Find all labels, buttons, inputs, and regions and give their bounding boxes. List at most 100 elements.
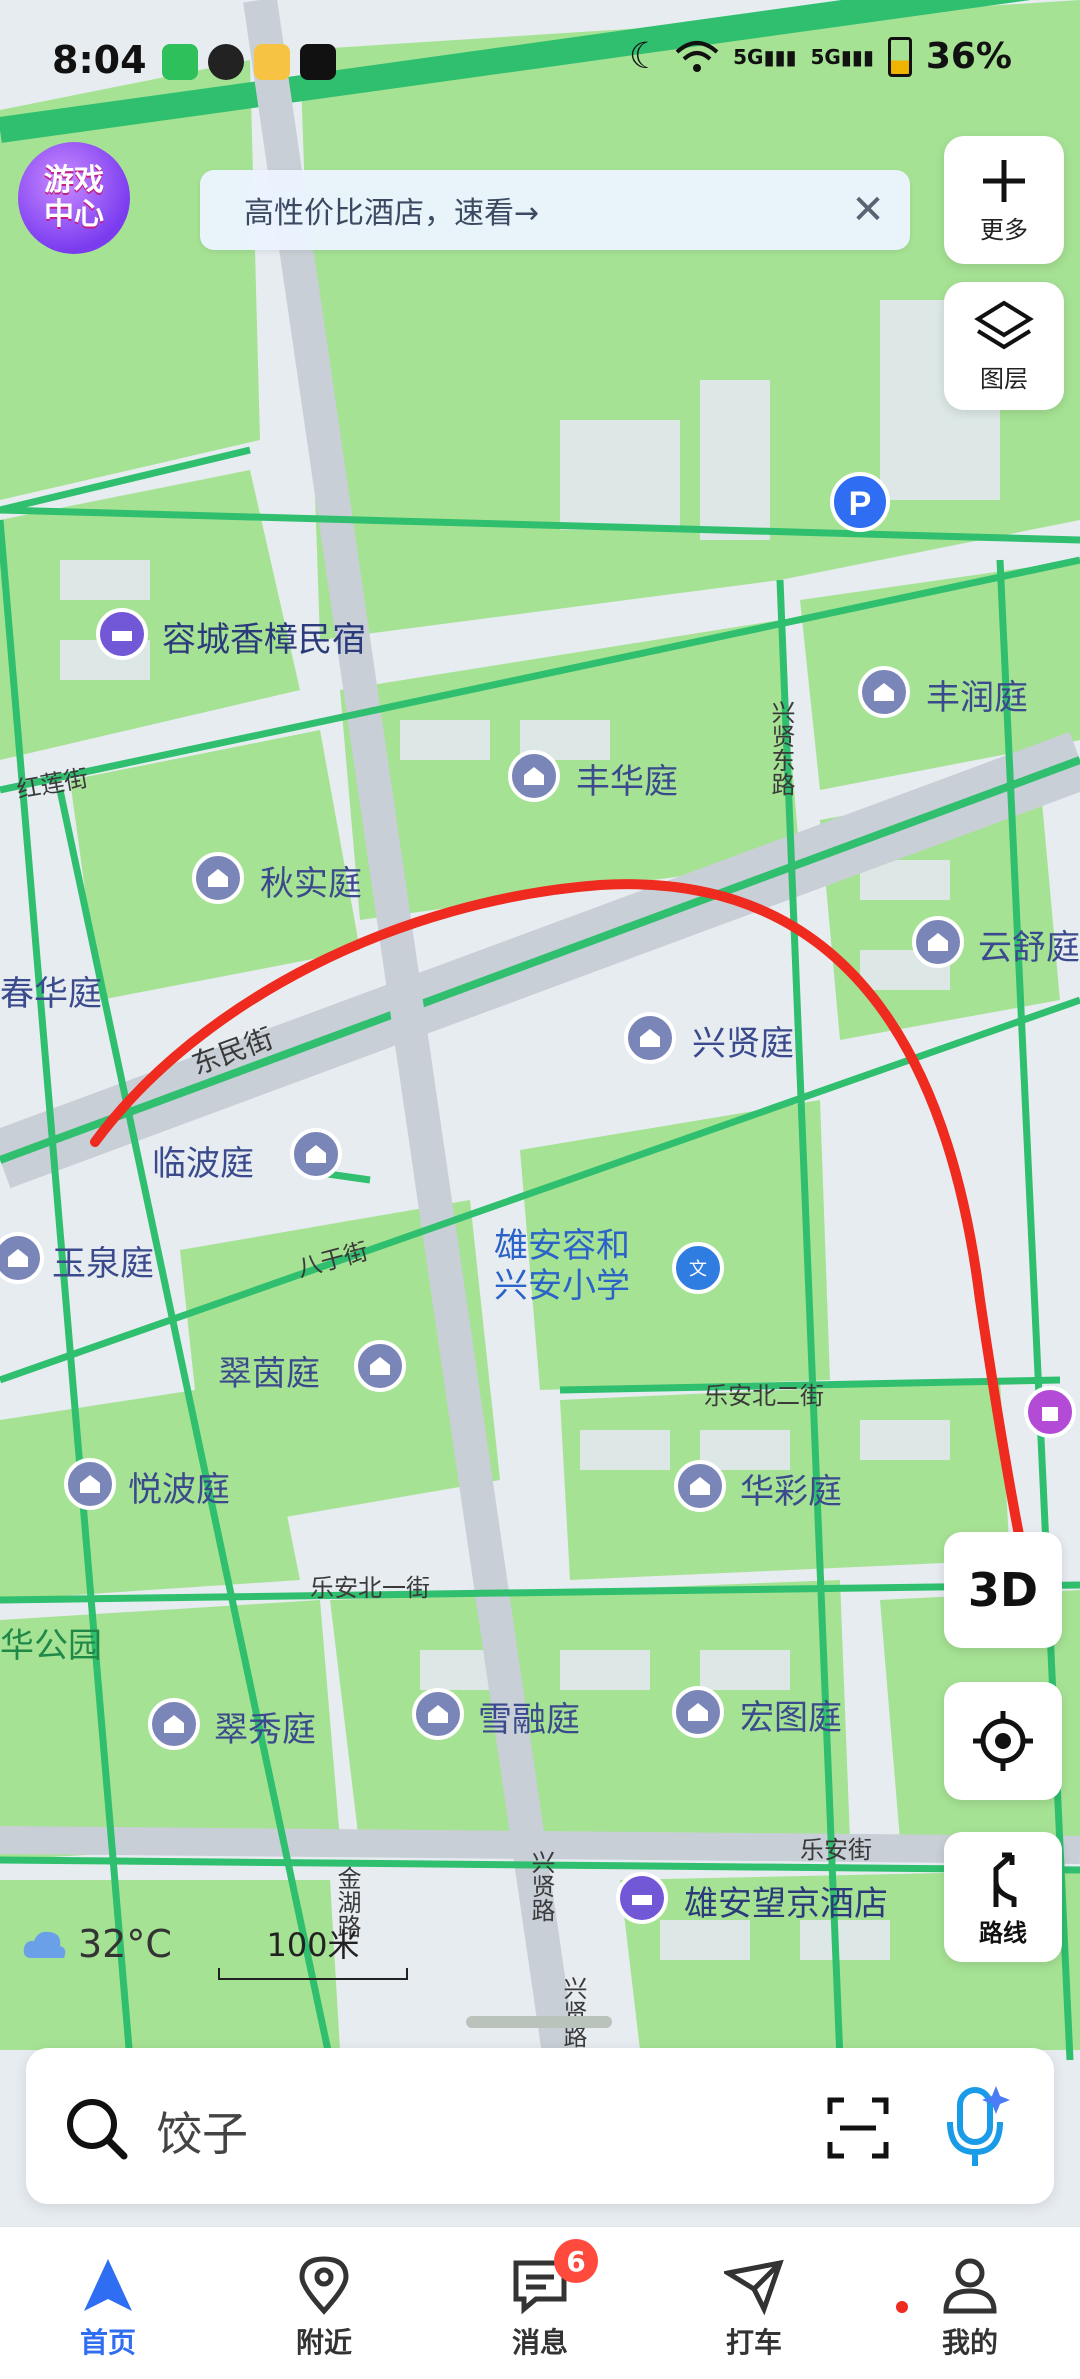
location-pin-icon: [299, 2256, 349, 2315]
search-bar[interactable]: 饺子: [26, 2048, 1054, 2204]
tab-messages-label: 消息: [511, 2326, 568, 2359]
3d-button[interactable]: 3D: [944, 1532, 1062, 1648]
school-line-1: 雄安容和: [494, 1226, 630, 1266]
svg-text:文: 文: [689, 1259, 707, 1280]
search-icon: [67, 2099, 128, 2160]
tab-home[interactable]: 首页: [48, 2255, 168, 2361]
poi-xingxian[interactable]: 兴贤庭: [692, 1016, 794, 1065]
search-input[interactable]: 饺子: [156, 2098, 248, 2164]
street-xingxian-road: 兴贤路: [527, 1850, 555, 1922]
street-lean: 乐安街: [800, 1836, 872, 1864]
signal-1-icon: 5G▮▮▮: [733, 44, 797, 69]
status-right: ☾ 5G▮▮▮ 5G▮▮▮ 36%: [629, 36, 1012, 77]
school-icon[interactable]: 文: [672, 1242, 724, 1294]
notification-icons: [162, 44, 336, 80]
moon-icon: ☾: [628, 36, 662, 77]
residence-icon[interactable]: [508, 750, 560, 802]
navigation-arrow-icon: [84, 2259, 132, 2311]
poi-cuixiu[interactable]: 翠秀庭: [214, 1702, 316, 1751]
battery-text: 36%: [925, 36, 1012, 77]
tab-me[interactable]: 我的: [910, 2255, 1030, 2361]
tab-nearby-label: 附近: [295, 2326, 352, 2359]
wechat-icon: [162, 44, 198, 80]
poi-qiushi[interactable]: 秋实庭: [260, 856, 362, 905]
locate-icon: [973, 1711, 1033, 1771]
poi-cuiyin[interactable]: 翠茵庭: [218, 1346, 320, 1395]
poi-park[interactable]: 华公园: [0, 1618, 102, 1667]
cake-app-icon: [254, 44, 290, 80]
layers-button[interactable]: 图层: [944, 282, 1064, 410]
notification-dot: [896, 2301, 908, 2313]
tab-taxi[interactable]: 打车: [694, 2255, 814, 2361]
tab-taxi-label: 打车: [725, 2326, 782, 2359]
poi-fenghua[interactable]: 丰华庭: [576, 754, 678, 803]
game-center-button[interactable]: 游戏 中心: [18, 142, 130, 254]
poi-fengrun[interactable]: 丰润庭: [926, 670, 1028, 719]
tab-nearby[interactable]: 附近: [264, 2255, 384, 2361]
more-label: 更多: [980, 215, 1028, 244]
inn-poi-icon[interactable]: [96, 608, 148, 660]
close-icon[interactable]: ✕: [844, 186, 892, 234]
status-time: 8:04: [52, 38, 147, 82]
poi-huacai[interactable]: 华彩庭: [740, 1464, 842, 1513]
user-icon: [943, 2258, 997, 2314]
poi-rongcheng-inn[interactable]: 容城香樟民宿: [162, 612, 366, 661]
more-button[interactable]: 更多: [944, 136, 1064, 264]
scan-icon[interactable]: [826, 2096, 890, 2160]
poi-chunhua[interactable]: 春华庭: [0, 966, 102, 1015]
shopping-icon[interactable]: [1024, 1386, 1076, 1438]
svg-text:P: P: [849, 485, 872, 523]
game-center-label-1: 游戏: [44, 163, 104, 198]
3d-label: 3D: [967, 1563, 1039, 1617]
poi-yuebo[interactable]: 悦波庭: [128, 1462, 230, 1511]
residence-icon[interactable]: [412, 1688, 464, 1740]
residence-icon[interactable]: [354, 1340, 406, 1392]
battery-icon: [887, 36, 912, 77]
signal-2-icon: 5G▮▮▮: [810, 44, 874, 69]
message-badge: 6: [554, 2239, 598, 2283]
street-xingxian-road-2: 兴贤路: [559, 1976, 587, 2048]
plus-icon: [983, 159, 1025, 202]
residence-icon[interactable]: [148, 1698, 200, 1750]
taxi-icon: [724, 2259, 784, 2315]
poi-yunshu[interactable]: 云舒庭: [978, 920, 1080, 969]
residence-icon[interactable]: [64, 1458, 116, 1510]
poi-hotel[interactable]: 雄安望京酒店: [684, 1876, 888, 1925]
weather-widget[interactable]: 32°C: [20, 1922, 172, 1966]
residence-icon[interactable]: [912, 916, 964, 968]
poi-hongtu[interactable]: 宏图庭: [740, 1690, 842, 1739]
tab-messages[interactable]: 6 消息: [480, 2239, 600, 2361]
residence-icon[interactable]: [192, 852, 244, 904]
voice-assistant-icon[interactable]: [942, 2082, 1012, 2172]
poi-xuerong[interactable]: 雪融庭: [478, 1692, 580, 1741]
residence-icon[interactable]: [858, 666, 910, 718]
banner-text: 高性价比酒店，速看→: [244, 196, 540, 231]
layers-icon: [974, 300, 1034, 349]
drag-handle[interactable]: [466, 2016, 612, 2028]
cloud-icon: [23, 1931, 66, 1958]
residence-icon[interactable]: [674, 1460, 726, 1512]
school-line-2: 兴安小学: [494, 1266, 630, 1306]
layers-label: 图层: [980, 364, 1028, 393]
tab-home-label: 首页: [79, 2326, 136, 2359]
street-lean-north1: 乐安北一街: [310, 1574, 430, 1602]
hotel-icon[interactable]: [616, 1872, 668, 1924]
street-xingxian-east: 兴贤东路: [767, 700, 795, 796]
route-icon: [993, 1852, 1017, 1907]
game-center-label-2: 中心: [44, 197, 104, 232]
poi-linbo[interactable]: 临波庭: [152, 1136, 254, 1185]
route-button[interactable]: 路线: [944, 1832, 1062, 1962]
poi-yuquan[interactable]: 玉泉庭: [52, 1236, 154, 1285]
residence-icon[interactable]: [672, 1686, 724, 1738]
weather-temp: 32°C: [78, 1922, 172, 1966]
map-scale: 100米: [218, 1920, 408, 1980]
hotel-promo-banner[interactable]: 高性价比酒店，速看→ ✕: [200, 170, 910, 250]
residence-icon[interactable]: [290, 1128, 342, 1180]
qq-icon: [208, 44, 244, 80]
residence-icon[interactable]: [624, 1012, 676, 1064]
wifi-icon: [675, 40, 719, 72]
tab-me-label: 我的: [941, 2326, 998, 2359]
poi-school[interactable]: 雄安容和 兴安小学: [494, 1226, 630, 1306]
locate-button[interactable]: [944, 1682, 1062, 1800]
status-bar: 8:04 ☾ 5G▮▮▮ 5G▮▮▮ 36%: [0, 0, 1080, 120]
